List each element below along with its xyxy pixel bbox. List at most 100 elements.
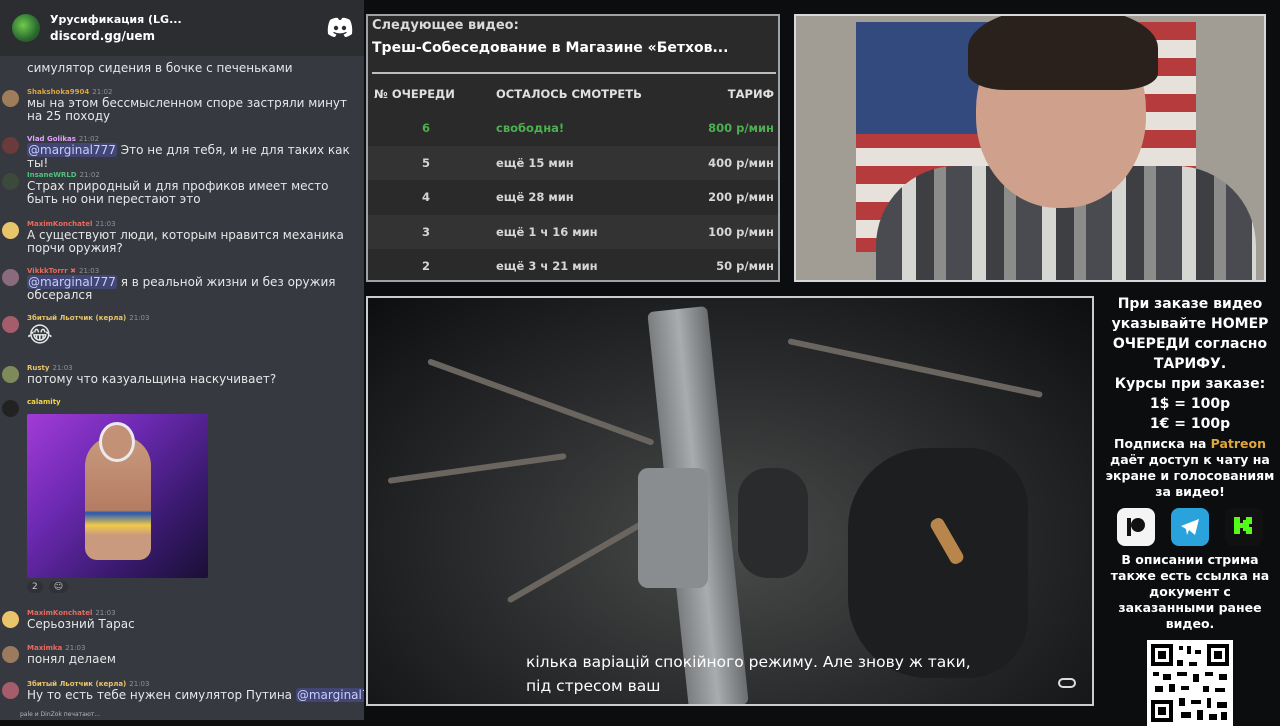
queue-panel: Следующее видео: Треш-Собеседование в Ма…: [366, 14, 780, 282]
social-links: [1100, 508, 1280, 546]
queue-remaining: ещё 15 мин: [496, 156, 574, 170]
username[interactable]: Rusty: [27, 364, 49, 372]
timestamp: 21:03: [129, 314, 150, 322]
queue-number: 3: [422, 225, 431, 239]
avatar: [2, 400, 19, 417]
chat-message: Збитый Льотчик (керла) 21:03 😂: [0, 314, 364, 354]
queue-remaining: ещё 3 ч 21 мин: [496, 259, 598, 273]
next-video-title: Треш-Собеседование в Магазине «Бетхов...: [372, 40, 729, 56]
username[interactable]: InsaneWRLD: [27, 171, 77, 179]
timestamp: 21:02: [79, 171, 100, 179]
table-row: 2 ещё 3 ч 21 мин 50 р/мин: [368, 249, 778, 283]
description-text: В описании стрима также есть ссылка на д…: [1110, 552, 1270, 631]
typing-indicator: pale и DinZok печатают...: [20, 711, 101, 718]
subtitle-line: кілька варіацій спокійного режиму. Але з…: [526, 653, 971, 671]
table-row: 3 ещё 1 ч 16 мин 100 р/мин: [368, 215, 778, 249]
timestamp: 21:03: [95, 609, 116, 617]
server-link[interactable]: discord.gg/uem: [50, 28, 182, 44]
table-row: 5 ещё 15 мин 400 р/мин: [368, 146, 778, 180]
subscription-suffix: даёт доступ к чату на экране и голосован…: [1105, 452, 1275, 499]
reaction-count: 2: [32, 582, 38, 592]
patreon-link[interactable]: Patreon: [1211, 436, 1266, 451]
queue-remaining: свободна!: [496, 121, 565, 135]
chat-message: Vlad Golikas 21:02 @marginal777 Это не дл…: [0, 135, 364, 169]
streamer-hair: [968, 16, 1158, 90]
timestamp: 21:03: [95, 220, 116, 228]
username[interactable]: VikkkTorrr ✖: [27, 267, 76, 275]
queue-rate: 800 р/мин: [708, 121, 774, 135]
divider: [372, 72, 776, 74]
username[interactable]: Maximka: [27, 644, 62, 652]
queue-number: 4: [422, 190, 431, 204]
gif-head: [99, 422, 135, 462]
kick-icon[interactable]: [1225, 508, 1263, 546]
subscription-prefix: Подписка на: [1113, 436, 1211, 451]
chat-panel: Урусификация (LG... discord.gg/uem симул…: [0, 0, 364, 720]
queue-rate: 400 р/мин: [708, 156, 774, 170]
subtitles: кілька варіацій спокійного режиму. Але з…: [526, 650, 971, 698]
chat-message: MaximKonchatel 21:03 А существуют люди, к…: [0, 220, 364, 254]
chat-message: Maximka 21:03 понял делаем: [0, 644, 364, 668]
username[interactable]: Shakshoka9904: [27, 88, 89, 96]
avatar: [2, 366, 19, 383]
qr-code[interactable]: [1147, 640, 1233, 726]
column-header-rate: ТАРИФ: [727, 87, 774, 101]
right-glove: [848, 448, 1028, 678]
timestamp: 21:03: [52, 364, 73, 372]
message-text: мы на этом бессмысленном споре застряли …: [27, 96, 348, 123]
timestamp: 21:03: [129, 680, 150, 688]
avatar: [2, 316, 19, 333]
timestamp: 21:02: [78, 135, 100, 143]
timestamp: 21:02: [92, 88, 113, 96]
telegram-icon[interactable]: [1171, 508, 1209, 546]
patreon-icon[interactable]: [1117, 508, 1155, 546]
avatar: [2, 137, 19, 154]
chat-message: MaximKonchatel 21:03 Серьозний Тарас: [0, 609, 364, 633]
message-text: Страх природный и для профиков имеет мес…: [27, 179, 329, 206]
username[interactable]: MaximKonchatel: [27, 220, 92, 228]
reaction-chip[interactable]: ☺: [48, 581, 69, 593]
chat-message: calamity 2 ☺: [0, 398, 364, 598]
avatar: [2, 646, 19, 663]
rate-usd: 1$ = 100р: [1149, 396, 1231, 412]
next-video-label: Следующее видео:: [372, 18, 519, 33]
username[interactable]: Vlad Golikas: [27, 135, 76, 143]
chat-message: Rusty 21:03 потому что казуальщина наскуч…: [0, 364, 364, 388]
timestamp: 21:03: [65, 644, 86, 652]
reaction-chip[interactable]: 2: [27, 581, 43, 593]
chat-message: VikkkTorrr ✖ 21:03 @marginal777 я в реаль…: [0, 267, 364, 301]
queue-number: 6: [422, 121, 431, 135]
username[interactable]: MaximKonchatel: [27, 609, 92, 617]
avatar: [2, 222, 19, 239]
username[interactable]: Збитый Льотчик (керла): [27, 314, 126, 322]
gamepad-icon: [1058, 678, 1076, 688]
avatar: [2, 90, 19, 107]
server-icon: [12, 14, 40, 42]
server-name: Урусификация (LG...: [50, 13, 182, 26]
info-panel: При заказе видео указывайте НОМЕР ОЧЕРЕД…: [1100, 294, 1280, 726]
message-text: А существуют люди, которым нравится меха…: [27, 228, 344, 255]
rates-title: Курсы при заказе:: [1114, 376, 1266, 392]
queue-number: 5: [422, 156, 431, 170]
table-row: 6 свободна! 800 р/мин: [368, 111, 778, 145]
username[interactable]: Збитый Льотчик (керла): [27, 680, 126, 688]
message-text: симулятор сидения в бочке с печеньками: [27, 61, 293, 75]
avatar: [2, 269, 19, 286]
queue-rate: 50 р/мин: [716, 259, 774, 273]
game-view: кілька варіацій спокійного режиму. Але з…: [366, 296, 1094, 706]
chat-message: InsaneWRLD 21:02 Страх природный и для пр…: [0, 171, 364, 205]
rate-eur: 1€ = 100р: [1149, 416, 1231, 432]
avatar: [2, 611, 19, 628]
username[interactable]: calamity: [27, 398, 61, 406]
gif-attachment[interactable]: [27, 414, 208, 578]
queue-rate: 100 р/мин: [708, 225, 774, 239]
chat-header: Урусификация (LG... discord.gg/uem: [0, 0, 364, 56]
subscription-text: Подписка на Patreon даёт доступ к чату н…: [1100, 436, 1280, 500]
webcam-feed: [794, 14, 1266, 282]
queue-rate: 200 р/мин: [708, 190, 774, 204]
chat-message: Shakshoka9904 21:02 мы на этом бессмыслен…: [0, 88, 364, 122]
message-text: понял делаем: [27, 652, 116, 666]
queue-number: 2: [422, 259, 431, 273]
mention[interactable]: @marginal77: [295, 688, 364, 702]
discord-icon: [327, 17, 353, 37]
